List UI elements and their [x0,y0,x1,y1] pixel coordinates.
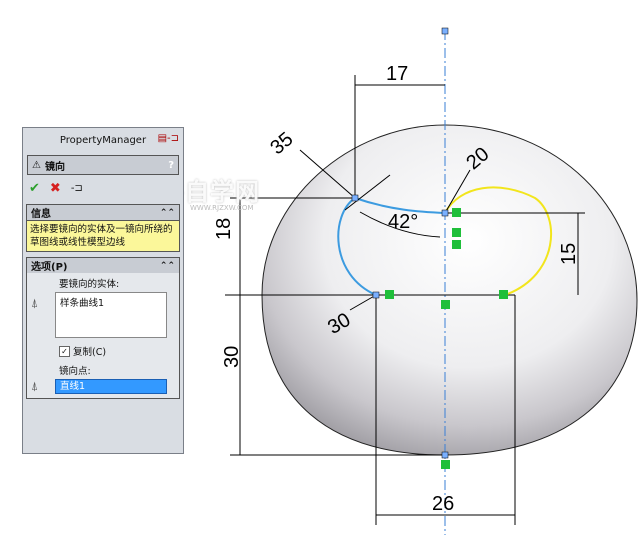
entities-label: 要镜向的实体: [59,279,120,290]
dim-42[interactable]: 42° [388,211,418,233]
dim-30-height[interactable]: 30 [221,346,243,368]
dim-18[interactable]: 18 [213,218,235,240]
pushpin-icon[interactable]: -⊐ [71,183,83,194]
dim-35[interactable]: 35 [266,128,297,159]
feature-title: 镜向 [44,161,65,173]
dome-body [261,124,638,456]
mirror-line-icon: ⍋ [31,379,39,393]
ok-check-icon[interactable]: ✔ [29,181,40,196]
info-title: 信息 [31,209,51,220]
copy-label: 复制(C) [73,347,107,358]
entities-listbox[interactable]: 样条曲线1 [55,292,167,338]
info-group: 信息 ⌃⌃ 选择要镜向的实体及一镜向所绕的草图线或线性模型边线 [26,204,180,252]
mirror-entities-icon: ⍋ [31,296,39,310]
checkbox-icon[interactable]: ✓ [59,345,70,357]
pm-header: PropertyManager ▤-⊐ [23,128,183,152]
dim-15[interactable]: 15 [558,243,580,265]
dim-26[interactable]: 26 [432,493,454,515]
pm-title: PropertyManager [59,134,147,146]
help-button[interactable]: ? [168,160,174,171]
dim-17[interactable]: 17 [386,63,408,85]
feature-titlebar: ⚠ 镜向 ? [27,155,179,175]
collapse-chevron-icon[interactable]: ⌃⌃ [160,261,175,271]
pin-icon[interactable]: ▤-⊐ [158,133,179,144]
collapse-chevron-icon[interactable]: ⌃⌃ [160,208,175,218]
list-item[interactable]: 样条曲线1 [60,295,162,309]
copy-checkbox[interactable]: ✓ 复制(C) [27,338,179,360]
options-title: 选项(P) [31,262,68,273]
mirror-about-label: 镜向点: [59,366,91,377]
cancel-x-icon[interactable]: ✖ [50,181,61,196]
property-manager: PropertyManager ▤-⊐ ⚠ 镜向 ? ✔ ✖ -⊐ 信息 ⌃⌃ 选… [22,127,184,454]
mirror-about-field[interactable]: 直线1 [55,379,167,394]
mirror-icon: ⚠ [32,159,41,171]
options-group: 选项(P) ⌃⌃ 要镜向的实体: ⍋ 样条曲线1 ✓ 复制(C) 镜向点: ⍋ 直线… [26,257,180,399]
watermark-url: WWW.RJZXW.COM [190,204,254,212]
info-text: 选择要镜向的实体及一镜向所绕的草图线或线性模型边线 [27,220,179,251]
